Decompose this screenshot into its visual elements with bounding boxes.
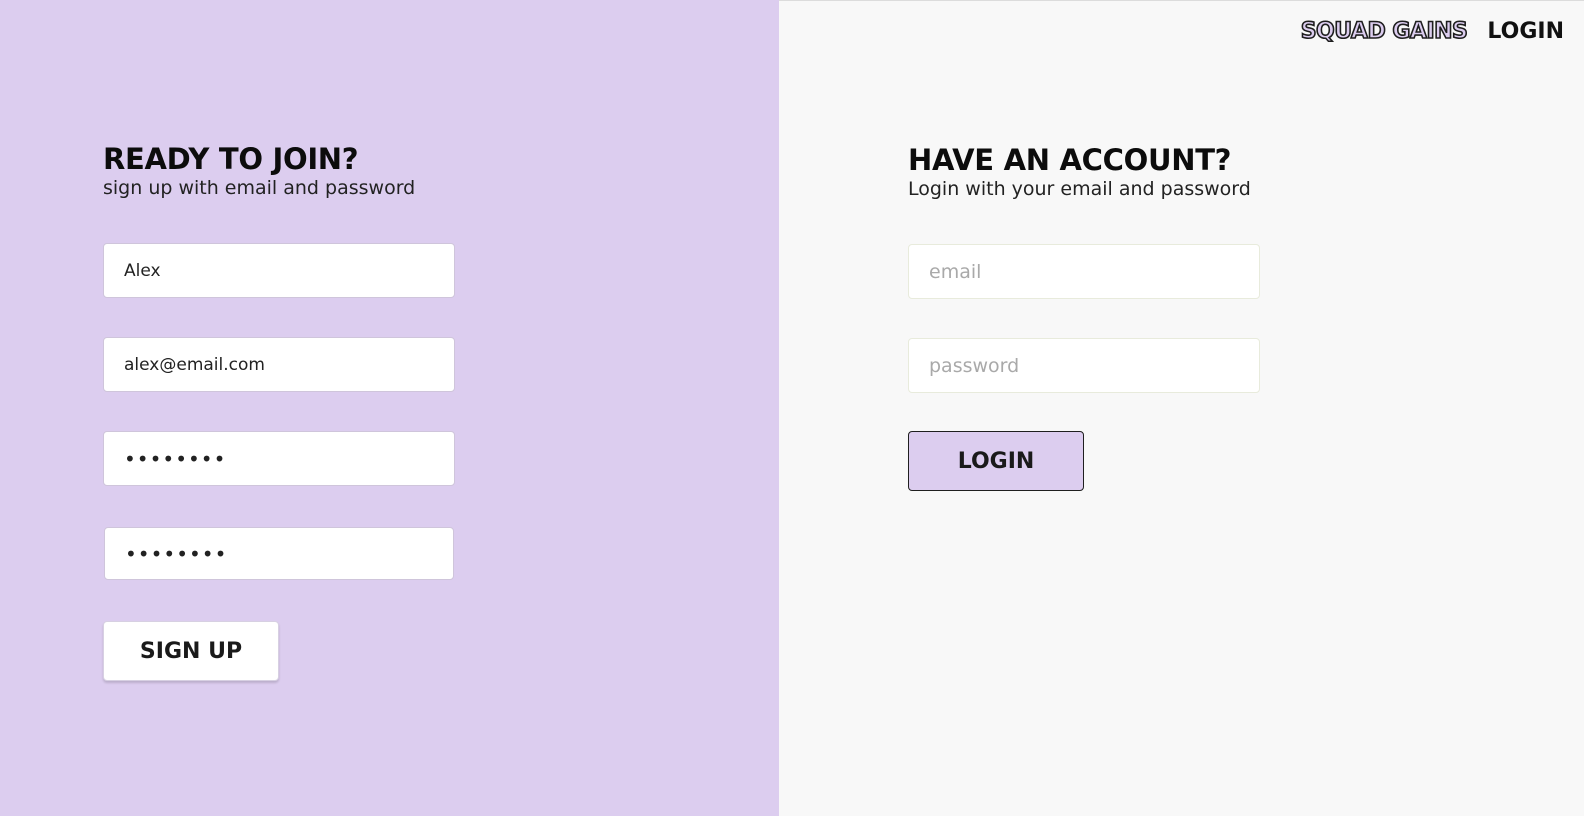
signup-form: READY TO JOIN? sign up with email and pa…: [103, 142, 455, 681]
login-email-input[interactable]: [908, 244, 1260, 299]
login-heading: HAVE AN ACCOUNT?: [908, 143, 1232, 177]
signup-button[interactable]: SIGN UP: [103, 621, 279, 681]
login-form: HAVE AN ACCOUNT? Login with your email a…: [908, 143, 1260, 491]
nav-login-link[interactable]: LOGIN: [1487, 19, 1564, 44]
page: READY TO JOIN? sign up with email and pa…: [0, 0, 1584, 816]
signup-subheading: sign up with email and password: [103, 177, 416, 199]
signup-heading: READY TO JOIN?: [103, 142, 359, 176]
brand-logo[interactable]: SQUAD GAINS: [1300, 18, 1469, 45]
name-input[interactable]: [103, 243, 455, 298]
signup-email-input[interactable]: [103, 337, 455, 392]
login-subheading: Login with your email and password: [908, 178, 1251, 200]
confirm-password-input[interactable]: [104, 527, 454, 580]
signup-password-input[interactable]: [103, 431, 455, 486]
login-panel: SQUAD GAINS LOGIN HAVE AN ACCOUNT? Login…: [779, 0, 1584, 816]
login-password-input[interactable]: [908, 338, 1260, 393]
top-nav: SQUAD GAINS LOGIN: [1300, 18, 1564, 45]
login-button[interactable]: LOGIN: [908, 431, 1084, 491]
signup-panel: READY TO JOIN? sign up with email and pa…: [0, 0, 779, 816]
